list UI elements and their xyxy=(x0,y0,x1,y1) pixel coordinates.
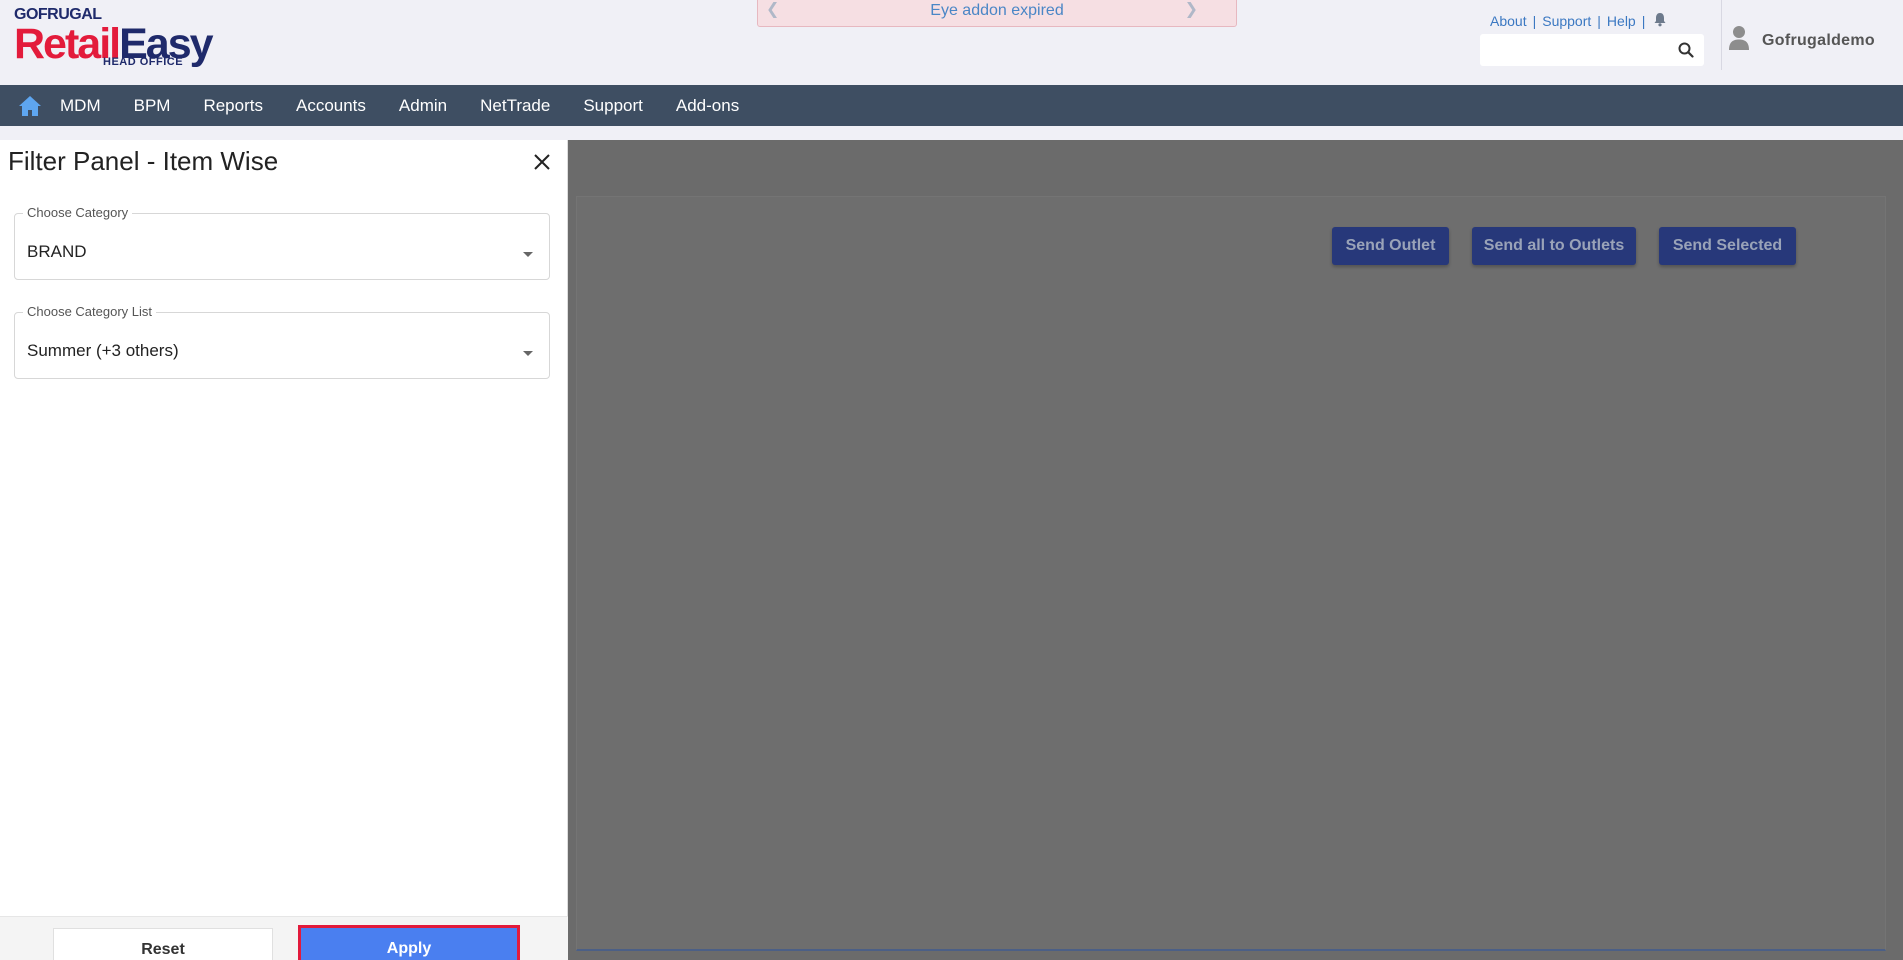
search-field xyxy=(1480,34,1704,66)
support-link[interactable]: Support xyxy=(1542,13,1591,29)
search-input[interactable] xyxy=(1480,34,1660,66)
bell-icon[interactable] xyxy=(1653,12,1667,30)
link-separator: | xyxy=(1597,13,1601,29)
caret-down-icon xyxy=(523,245,533,263)
panel-title: Filter Panel - Item Wise xyxy=(8,146,279,176)
send-selected-button[interactable]: Send Selected xyxy=(1659,227,1796,265)
nav-item-reports[interactable]: Reports xyxy=(203,96,263,116)
notice-banner: ❮ Eye addon expired ❯ xyxy=(757,0,1237,27)
category-select-label: Choose Category xyxy=(23,205,133,220)
caret-down-icon xyxy=(523,344,533,362)
search-icon[interactable] xyxy=(1678,42,1694,63)
main-nav: MDM BPM Reports Accounts Admin NetTrade … xyxy=(0,85,1903,126)
apply-button[interactable]: Apply xyxy=(298,925,520,960)
nav-item-support[interactable]: Support xyxy=(583,96,643,116)
nav-item-accounts[interactable]: Accounts xyxy=(296,96,366,116)
category-select[interactable]: Choose Category BRAND xyxy=(14,205,550,280)
chevron-left-icon[interactable]: ❮ xyxy=(766,0,779,19)
chevron-right-icon[interactable]: ❯ xyxy=(1185,0,1198,19)
header-divider xyxy=(1721,0,1722,70)
nav-item-nettrade[interactable]: NetTrade xyxy=(480,96,550,116)
filter-panel: Filter Panel - Item Wise Choose Category… xyxy=(0,140,568,960)
nav-item-mdm[interactable]: MDM xyxy=(60,96,101,116)
home-icon[interactable] xyxy=(18,95,42,117)
nav-item-bpm[interactable]: BPM xyxy=(134,96,171,116)
close-icon[interactable] xyxy=(533,153,551,176)
notice-text: Eye addon expired xyxy=(930,1,1064,19)
logo-head-office: HEAD OFFICE xyxy=(103,56,184,68)
link-separator: | xyxy=(1641,13,1646,29)
content-card xyxy=(576,196,1886,951)
about-link[interactable]: About xyxy=(1490,13,1527,29)
nav-item-addons[interactable]: Add-ons xyxy=(676,96,739,116)
category-list-select[interactable]: Choose Category List Summer (+3 others) xyxy=(14,304,550,379)
top-links: About | Support | Help | xyxy=(1490,12,1667,30)
user-menu[interactable]: Gofrugaldemo xyxy=(1728,25,1875,56)
link-separator: | xyxy=(1532,13,1537,29)
user-name: Gofrugaldemo xyxy=(1762,31,1875,49)
nav-item-admin[interactable]: Admin xyxy=(399,96,447,116)
retaileasy-logo[interactable]: GOFRUGAL RetailEasy HEAD OFFICE xyxy=(14,6,214,68)
send-outlet-button[interactable]: Send Outlet xyxy=(1332,227,1449,265)
category-list-select-value: Summer (+3 others) xyxy=(27,341,179,360)
reset-button[interactable]: Reset xyxy=(53,928,273,960)
send-all-to-outlets-button[interactable]: Send all to Outlets xyxy=(1472,227,1636,265)
help-link[interactable]: Help xyxy=(1607,13,1636,29)
category-list-select-label: Choose Category List xyxy=(23,304,157,319)
app-header: GOFRUGAL RetailEasy HEAD OFFICE ❮ Eye ad… xyxy=(0,0,1903,85)
category-select-value: BRAND xyxy=(27,242,87,261)
user-icon xyxy=(1728,25,1750,56)
